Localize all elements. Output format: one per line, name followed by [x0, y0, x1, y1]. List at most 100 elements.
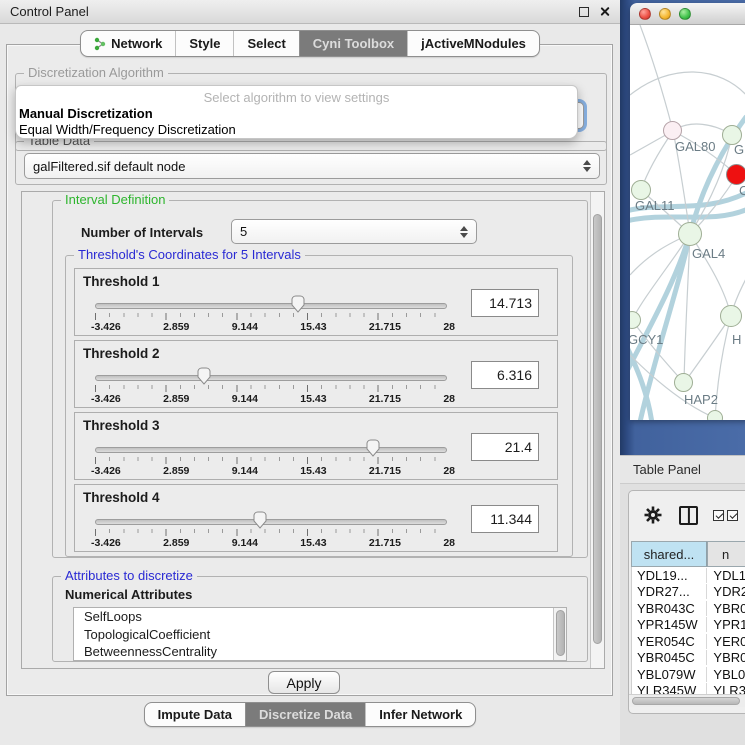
cyni-mode-tab-bar: Impute Data Discretize Data Infer Networ…	[0, 702, 620, 727]
threshold-panel: Threshold 4 -3.4262.8599.14415.4321.7152…	[74, 484, 558, 552]
slider-tick-labels: -3.4262.8599.14415.4321.71528	[91, 537, 455, 549]
apply-button[interactable]: Apply	[268, 671, 340, 694]
table-header-row: shared... n	[631, 541, 745, 567]
node-label: C	[739, 183, 745, 198]
network-node[interactable]	[707, 410, 723, 420]
column-header-name[interactable]: n	[707, 541, 745, 567]
node-label: G	[734, 142, 744, 157]
numerical-attributes-list[interactable]: SelfLoops TopologicalCoefficient Between…	[73, 607, 567, 661]
interval-definition-group: Interval Definition Number of Intervals …	[52, 200, 588, 558]
tab-cyni-toolbox[interactable]: Cyni Toolbox	[299, 31, 407, 56]
numerical-attributes-label: Numerical Attributes	[65, 587, 192, 602]
control-panel-tab-bar: Network Style Select Cyni Toolbox jActiv…	[0, 30, 620, 57]
combobox-value: galFiltered.sif default node	[33, 159, 185, 174]
tab-select[interactable]: Select	[233, 31, 298, 56]
slider-track[interactable]	[95, 303, 447, 309]
group-label: Threshold's Coordinates for 5 Intervals	[74, 248, 305, 262]
slider-tick-labels: -3.4262.8599.14415.4321.71528	[91, 465, 455, 477]
table-row[interactable]: YBR043CYBR0	[632, 600, 745, 617]
slider-track[interactable]	[95, 519, 447, 525]
threshold-value-field[interactable]: 14.713	[471, 289, 539, 317]
node-label: GAL4	[692, 246, 725, 261]
tab-style[interactable]: Style	[175, 31, 233, 56]
tab-label: Infer Network	[379, 707, 462, 722]
control-panel-window: Control Panel Network Style Select Cyni …	[0, 0, 620, 745]
float-window-icon[interactable]	[579, 7, 589, 17]
threshold-panel: Threshold 1 -3.4262.8599.14415.4321.7152…	[74, 268, 558, 336]
checkbox-icon[interactable]	[727, 510, 738, 521]
threshold-3-slider[interactable]: -3.4262.8599.14415.4321.71528	[95, 439, 447, 479]
thresholds-group: Threshold's Coordinates for 5 Intervals …	[65, 255, 573, 557]
network-window-titlebar	[630, 3, 745, 25]
settings-scroll-area: Interval Definition Number of Intervals …	[21, 191, 605, 669]
table-row[interactable]: YDL19...YDL1	[632, 567, 745, 584]
list-item[interactable]: BetweennessCentrality	[74, 643, 566, 661]
network-node-selected[interactable]	[726, 164, 745, 185]
network-node[interactable]	[720, 305, 742, 327]
slider-ticks	[95, 529, 447, 536]
slider-ticks	[95, 313, 447, 320]
tab-infer-network[interactable]: Infer Network	[365, 703, 475, 726]
dropdown-option-manual-discretization[interactable]: Manual Discretization	[16, 106, 577, 122]
stepper-arrows-icon	[577, 160, 591, 172]
table-toolbar	[629, 491, 745, 539]
gear-icon[interactable]	[643, 505, 663, 525]
threshold-1-slider[interactable]: -3.4262.8599.14415.4321.71528	[95, 295, 447, 335]
table-row[interactable]: YBL079WYBL0	[632, 666, 745, 683]
slider-ticks	[95, 385, 447, 392]
cyni-toolbox-panel: Discretization Algorithm Table Data galF…	[6, 44, 613, 696]
checkbox-icon[interactable]	[713, 510, 724, 521]
settings-scrollbar[interactable]	[590, 192, 604, 668]
network-node-gal4[interactable]	[678, 222, 702, 246]
table-row[interactable]: YPR145WYPR1	[632, 617, 745, 634]
network-canvas[interactable]: GAL80 G C GAL11 GAL4 GCY1 H HAP2	[630, 25, 745, 420]
desktop-background: GAL80 G C GAL11 GAL4 GCY1 H HAP2	[620, 0, 745, 455]
tab-label: Discretize Data	[259, 707, 352, 722]
dropdown-option-equal-width-frequency[interactable]: Equal Width/Frequency Discretization	[16, 122, 577, 138]
network-node-gal80[interactable]	[663, 121, 682, 140]
table-panel-body: shared... n YDL19...YDL1 YDR27...YDR2 YB…	[628, 490, 745, 714]
screen: Control Panel Network Style Select Cyni …	[0, 0, 745, 745]
threshold-4-slider[interactable]: -3.4262.8599.14415.4321.71528	[95, 511, 447, 551]
tab-network[interactable]: Network	[81, 31, 175, 56]
combobox-value: 5	[240, 224, 247, 239]
list-scrollbar[interactable]	[553, 608, 566, 660]
slider-ticks	[95, 457, 447, 464]
minimize-traffic-light-icon[interactable]	[659, 8, 671, 20]
node-attribute-table: shared... n YDL19...YDL1 YDR27...YDR2 YB…	[631, 541, 745, 704]
group-label: Discretization Algorithm	[24, 66, 168, 80]
tab-label: Impute Data	[158, 707, 232, 722]
table-row[interactable]: YER054CYER0	[632, 633, 745, 650]
network-node-gal11[interactable]	[631, 180, 651, 200]
table-panel-title: Table Panel	[633, 462, 701, 477]
close-traffic-light-icon[interactable]	[639, 8, 651, 20]
column-header-shared-name[interactable]: shared...	[631, 541, 707, 567]
threshold-panel: Threshold 3 -3.4262.8599.14415.4321.7152…	[74, 412, 558, 480]
threshold-value-field[interactable]: 21.4	[471, 433, 539, 461]
table-horizontal-scrollbar[interactable]	[629, 694, 745, 707]
table-data-group: Table Data galFiltered.sif default node	[15, 141, 607, 185]
zoom-traffic-light-icon[interactable]	[679, 8, 691, 20]
threshold-2-slider[interactable]: -3.4262.8599.14415.4321.71528	[95, 367, 447, 407]
threshold-value-field[interactable]: 6.316	[471, 361, 539, 389]
slider-track[interactable]	[95, 447, 447, 453]
tab-discretize-data[interactable]: Discretize Data	[245, 703, 365, 726]
algorithm-dropdown-popup: Select algorithm to view settings Manual…	[15, 85, 578, 139]
control-panel-title: Control Panel	[10, 4, 89, 19]
slider-track[interactable]	[95, 375, 447, 381]
list-item[interactable]: TopologicalCoefficient	[74, 626, 566, 644]
threshold-value-field[interactable]: 11.344	[471, 505, 539, 533]
number-of-intervals-combobox[interactable]: 5	[231, 219, 477, 244]
network-node-hap2[interactable]	[674, 373, 693, 392]
network-icon	[94, 37, 106, 51]
list-item[interactable]: SelfLoops	[74, 608, 566, 626]
tab-jactivemnodules[interactable]: jActiveMNodules	[407, 31, 539, 56]
tab-impute-data[interactable]: Impute Data	[145, 703, 245, 726]
group-label: Attributes to discretize	[61, 569, 197, 583]
split-columns-icon[interactable]	[679, 506, 698, 525]
table-row[interactable]: YBR045CYBR0	[632, 650, 745, 667]
node-label: H	[732, 332, 741, 347]
table-row[interactable]: YDR27...YDR2	[632, 584, 745, 601]
table-data-combobox[interactable]: galFiltered.sif default node	[24, 153, 600, 179]
close-icon[interactable]	[599, 6, 610, 17]
